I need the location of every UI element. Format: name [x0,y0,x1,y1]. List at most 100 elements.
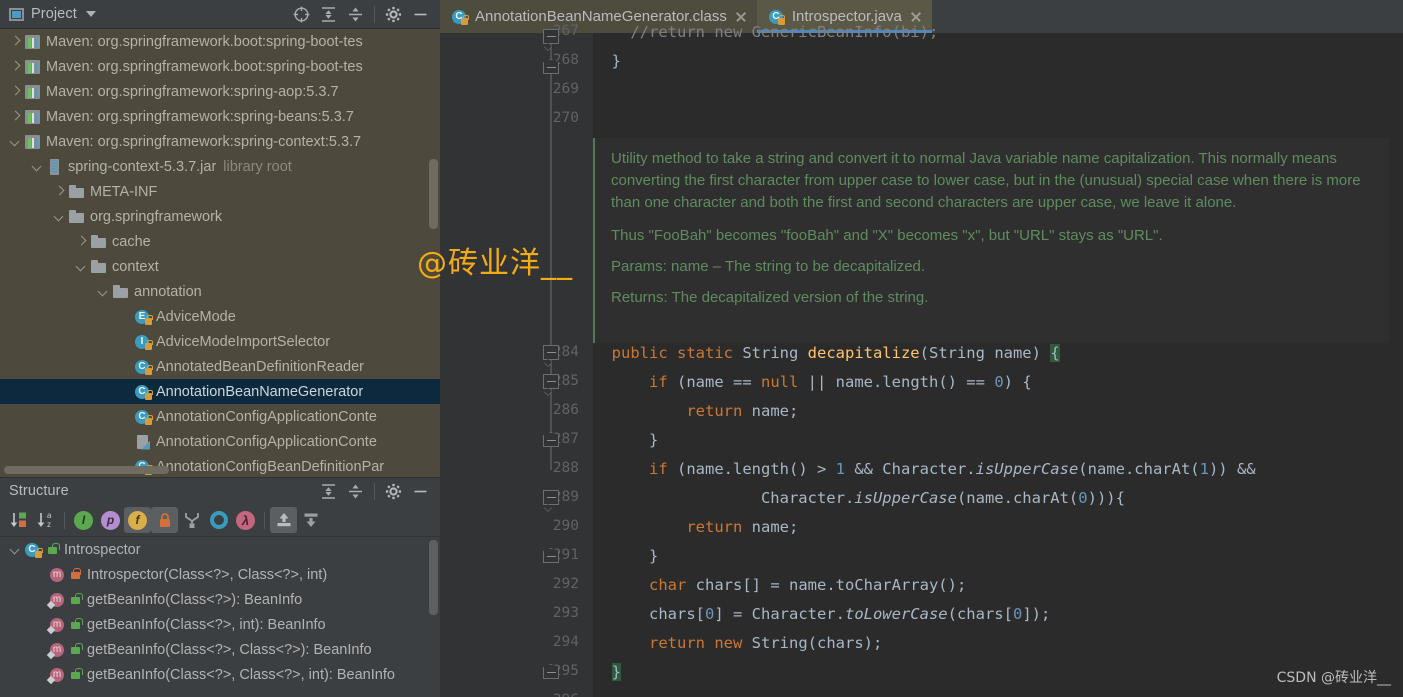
project-tree-vertical-scrollbar[interactable] [429,159,438,229]
project-tree-item[interactable]: AdviceMode [0,304,440,329]
expand-all-icon[interactable] [315,478,342,505]
tree-arrow-spacer [32,667,48,683]
gear-icon[interactable] [380,478,407,505]
project-tree-item[interactable]: AnnotationBeanNameGenerator [0,379,440,404]
project-tree-item[interactable]: annotation [0,279,440,304]
fold-toggle-icon[interactable] [543,490,559,505]
chevron-right-icon[interactable] [8,59,24,75]
project-tree-item[interactable]: AdviceModeImportSelector [0,329,440,354]
minimize-icon[interactable] [407,478,434,505]
class-icon [24,542,43,558]
chevron-down-icon[interactable] [74,259,90,275]
project-tree-item-label: AnnotatedBeanDefinitionReader [156,358,364,375]
project-tree-item[interactable]: cache [0,229,440,254]
chevron-down-icon[interactable] [30,159,46,175]
project-tree-item[interactable]: Maven: org.springframework:spring-beans:… [0,104,440,129]
fold-end-icon[interactable] [543,432,559,447]
project-tree-item[interactable]: org.springframework [0,204,440,229]
structure-tree-item[interactable]: getBeanInfo(Class<?>, Class<?>): BeanInf… [0,637,440,662]
class-icon [134,384,153,400]
fold-end-icon[interactable] [543,59,559,74]
sort-alphabetically-icon[interactable]: az [32,507,59,533]
chevron-right-icon[interactable] [74,234,90,250]
chevron-down-icon[interactable] [52,209,68,225]
maven-module-icon [24,34,42,50]
project-tree-item-label: Maven: org.springframework.boot:spring-b… [46,33,363,50]
editor-vertical-scrollbar[interactable] [1389,33,1403,697]
tree-arrow-spacer [32,617,48,633]
fold-toggle-icon[interactable] [543,345,559,360]
tree-arrow-spacer [118,359,134,375]
project-tree-item[interactable]: AnnotationConfigApplicationConte [0,404,440,429]
show-properties-icon[interactable]: p [97,507,124,533]
chevron-right-icon[interactable] [8,84,24,100]
project-tree-item[interactable]: AnnotationConfigApplicationConte [0,429,440,454]
structure-tree-item-label: getBeanInfo(Class<?>): BeanInfo [87,591,303,608]
fold-toggle-icon[interactable] [543,29,559,44]
code-folding-rail[interactable] [540,29,593,697]
project-tree-item-label: Maven: org.springframework:spring-contex… [46,133,362,150]
structure-tree-item[interactable]: Introspector [0,537,440,562]
chevron-down-icon[interactable] [96,284,112,300]
collapse-all-icon[interactable] [342,1,369,28]
project-tree-item[interactable]: Maven: org.springframework.boot:spring-b… [0,54,440,79]
tree-arrow-spacer [118,334,134,350]
jar-icon [46,158,64,175]
project-tree-item[interactable]: META-INF [0,179,440,204]
doc-paragraph-example: Thus "FooBah" becomes "fooBah" and "X" b… [611,227,1163,244]
code-editor-pane[interactable]: //return new GenericBeanInfo(bi); } Util… [593,23,1403,697]
project-tree-item[interactable]: spring-context-5.3.7.jar library root [0,154,440,179]
project-panel-title-group[interactable]: Project [0,6,96,22]
tree-arrow-spacer [32,642,48,658]
expand-all-icon[interactable] [315,1,342,28]
fold-toggle-icon[interactable] [543,374,559,389]
show-inherited-icon[interactable]: I [70,507,97,533]
structure-tree-item[interactable]: getBeanInfo(Class<?>, int): BeanInfo [0,612,440,637]
project-tree[interactable]: Maven: org.springframework.boot:spring-b… [0,29,440,477]
folder-icon [68,209,86,225]
group-methods-icon[interactable] [178,507,205,533]
show-fields-icon[interactable]: f [124,507,151,533]
minimize-icon[interactable] [407,1,434,28]
project-tree-item[interactable]: AnnotatedBeanDefinitionReader [0,354,440,379]
overrides-badge-icon [46,675,56,684]
structure-panel-title: Structure [9,483,69,499]
structure-tree[interactable]: Introspector Introspector(Class<?>, Class… [0,537,440,697]
structure-tree-item[interactable]: getBeanInfo(Class<?>): BeanInfo [0,587,440,612]
code-line-286: return name; [686,402,799,420]
interface-icon [134,334,153,350]
structure-tree-item[interactable]: getBeanInfo(Class<?>, Class<?>, int): Be… [0,662,440,687]
chevron-down-icon[interactable] [85,11,96,17]
structure-tree-item[interactable]: Introspector(Class<?>, Class<?>, int) [0,562,440,587]
collapse-all-icon[interactable] [342,478,369,505]
gear-icon[interactable] [380,1,407,28]
project-tree-item[interactable]: Maven: org.springframework:spring-aop:5.… [0,79,440,104]
show-lambdas-icon[interactable]: λ [232,507,259,533]
chevron-down-icon[interactable] [8,134,24,150]
fold-end-icon[interactable] [543,664,559,679]
structure-tree-vertical-scrollbar[interactable] [429,540,438,615]
structure-panel-header: Structure [0,477,440,504]
ide-window: Project Maven: org.springframework.boot:… [0,0,1403,697]
project-tree-item[interactable]: Maven: org.springframework:spring-contex… [0,129,440,154]
project-tree-item[interactable]: context [0,254,440,279]
show-anonymous-classes-icon[interactable] [205,507,232,533]
svg-text:a: a [47,511,52,520]
project-tree-item[interactable]: Maven: org.springframework.boot:spring-b… [0,29,440,54]
chevron-right-icon[interactable] [8,34,24,50]
fold-end-icon[interactable] [543,548,559,563]
chevron-right-icon[interactable] [8,109,24,125]
locate-icon[interactable] [288,1,315,28]
show-non-public-icon[interactable] [151,507,178,533]
chevron-right-icon[interactable] [52,184,68,200]
project-tree-item-label: spring-context-5.3.7.jar [68,158,217,175]
chevron-down-icon[interactable] [8,542,24,558]
project-tree-horizontal-scrollbar[interactable] [4,466,169,474]
sort-by-visibility-icon[interactable] [5,507,32,533]
lock-badge-icon [145,415,153,425]
project-panel-title: Project [31,6,77,22]
code-line-292: char chars[] = name.toCharArray(); [649,576,967,594]
lock-badge-icon [35,548,43,558]
autoscroll-to-source-icon[interactable] [270,507,297,533]
autoscroll-from-source-icon[interactable] [297,507,324,533]
